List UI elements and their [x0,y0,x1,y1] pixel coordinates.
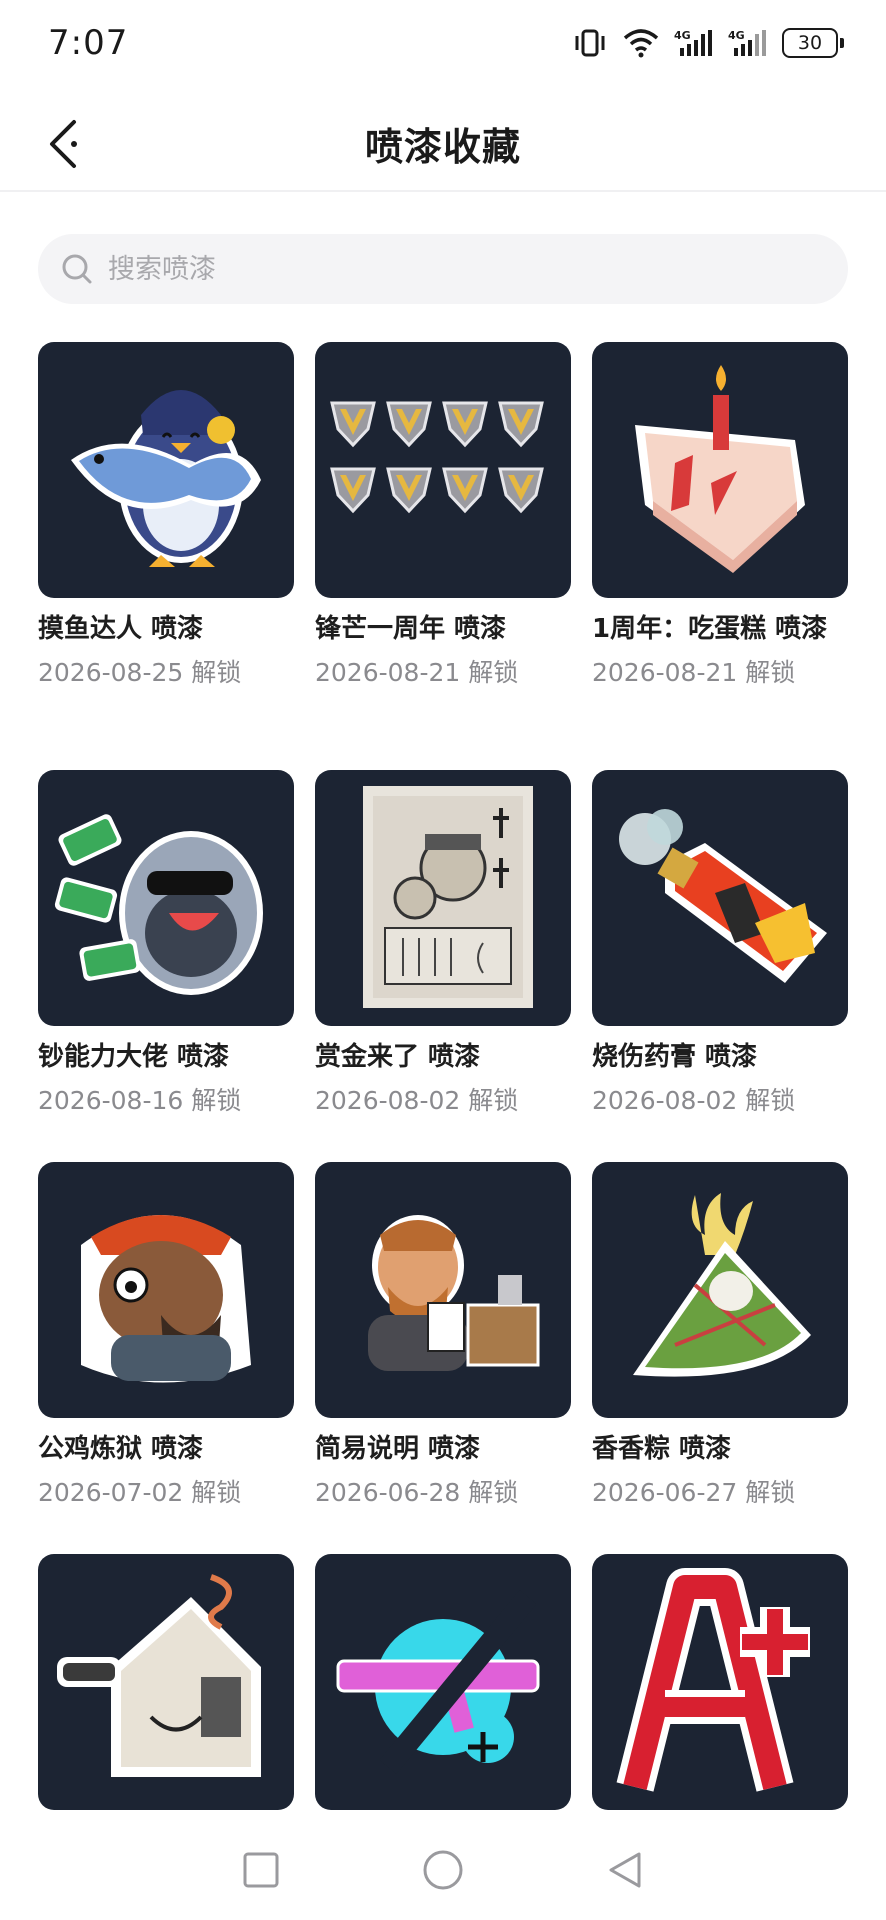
cake-icon [635,365,805,573]
crossed-gun-icon [336,1590,540,1774]
recent-apps-button[interactable] [241,1850,281,1890]
spray-thumbnail[interactable] [592,770,848,1026]
square-icon [243,1852,279,1888]
spray-title: 锋芒一周年 喷漆 [315,614,507,644]
spray-thumbnail[interactable] [592,342,848,598]
spray-title: 公鸡炼狱 喷漆 [38,1434,204,1464]
spray-title: 摸鱼达人 喷漆 [38,614,204,644]
spray-unlock-date: 2026-08-21 解锁 [315,658,519,687]
header: 喷漆收藏 [0,96,886,192]
battery-indicator: 30 [782,28,844,58]
house-binoculars-icon [57,1574,261,1777]
wifi-icon [623,29,659,58]
svg-text:4G: 4G [728,29,745,42]
a-plus-icon [616,1568,810,1792]
signal-icon-2: 4G [728,29,766,56]
spray-card[interactable]: 香香粽 喷漆 2026-06-27 解锁 [592,1162,848,1510]
spray-thumbnail[interactable] [38,1162,294,1418]
spray-title: 赏金来了 喷漆 [315,1042,481,1072]
spray-thumbnail[interactable] [38,342,294,598]
battery-level: 30 [797,32,823,54]
rooster-agent-icon [81,1215,251,1383]
spray-card[interactable]: 公鸡炼狱 喷漆 2026-07-02 解锁 [38,1162,294,1510]
manual-agent-icon [368,1215,540,1371]
search-bar[interactable] [38,234,848,304]
spray-thumbnail[interactable] [315,1162,571,1418]
spray-unlock-date: 2026-08-02 解锁 [315,1086,519,1115]
spray-unlock-date: 2026-08-02 解锁 [592,1086,796,1115]
spray-card[interactable] [38,1554,294,1810]
spray-thumbnail[interactable] [592,1162,848,1418]
spray-card[interactable]: 锋芒一周年 喷漆 2026-08-21 解锁 [315,342,571,690]
spray-card[interactable]: 烧伤药膏 喷漆 2026-08-02 解锁 [592,770,848,1118]
search-icon [62,254,92,284]
spray-title: 1周年：吃蛋糕 喷漆 [592,614,828,644]
spray-card[interactable] [315,1554,571,1810]
money-sloth-icon [54,814,263,995]
spray-thumbnail[interactable] [38,1554,294,1810]
burn-ointment-icon [619,809,827,983]
home-button[interactable] [421,1848,465,1892]
spray-unlock-date: 2026-08-16 解锁 [38,1086,242,1115]
zongzi-icon [633,1193,811,1377]
search-input[interactable] [108,253,788,285]
spray-title: 钞能力大佬 喷漆 [38,1042,230,1072]
spray-unlock-date: 2026-08-21 解锁 [592,658,796,687]
spray-unlock-date: 2026-07-02 解锁 [38,1478,242,1507]
spray-card[interactable]: 钞能力大佬 喷漆 2026-08-16 解锁 [38,770,294,1118]
spray-title: 香香粽 喷漆 [592,1434,732,1464]
signal-icon-1: 4G [674,29,712,56]
spray-thumbnail[interactable] [315,770,571,1026]
anniversary-badges-icon [330,401,544,513]
svg-text:4G: 4G [674,29,691,42]
triangle-back-icon [609,1852,641,1888]
spray-card[interactable]: 摸鱼达人 喷漆 2026-08-25 解锁 [38,342,294,690]
page-title: 喷漆收藏 [364,124,521,169]
spray-unlock-date: 2026-06-28 解锁 [315,1478,519,1507]
spray-unlock-date: 2026-08-25 解锁 [38,658,242,687]
spray-card[interactable]: 1周年：吃蛋糕 喷漆 2026-08-21 解锁 [592,342,848,690]
spray-unlock-date: 2026-06-27 解锁 [592,1478,796,1507]
status-time: 7:07 [48,23,129,63]
vibrate-icon [575,29,605,57]
spray-thumbnail[interactable] [315,342,571,598]
spray-card[interactable] [592,1554,848,1810]
back-arrow-icon [50,120,77,168]
status-bar: 7:07 4G 4G 30 [0,0,886,86]
back-button[interactable] [34,114,94,174]
spray-title: 简易说明 喷漆 [315,1434,481,1464]
spray-title: 烧伤药膏 喷漆 [592,1042,758,1072]
circle-icon [423,1850,463,1890]
spray-thumbnail[interactable] [592,1554,848,1810]
status-icons: 4G 4G 30 [572,28,844,58]
spray-thumbnail[interactable] [38,770,294,1026]
wanted-poster-icon [363,786,533,1008]
spray-card[interactable]: 赏金来了 喷漆 2026-08-02 解锁 [315,770,571,1118]
system-back-button[interactable] [605,1850,645,1890]
penguin-fish-icon [71,390,261,567]
system-nav-bar [0,1820,886,1920]
spray-card[interactable]: 简易说明 喷漆 2026-06-28 解锁 [315,1162,571,1510]
spray-thumbnail[interactable] [315,1554,571,1810]
